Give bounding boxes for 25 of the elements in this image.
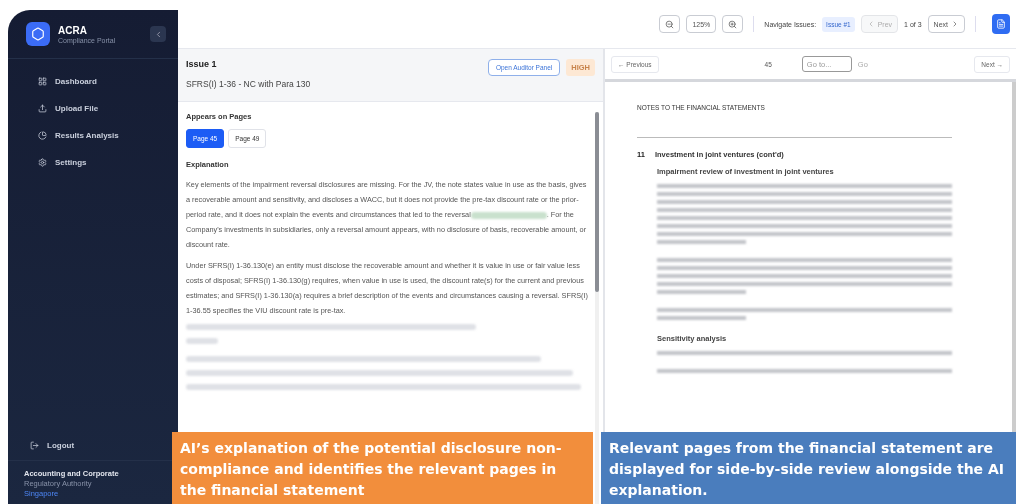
collapse-button[interactable] — [150, 26, 166, 42]
chevron-right-icon — [951, 20, 959, 28]
hexagon-logo-icon — [26, 22, 50, 46]
brand-title: ACRA — [58, 24, 88, 36]
logout-link[interactable]: Logout — [30, 441, 160, 450]
pie-chart-icon — [38, 131, 47, 140]
upload-icon — [38, 104, 47, 113]
zoom-in-icon — [728, 19, 738, 29]
sidebar-item[interactable]: Results Analysis — [18, 127, 168, 144]
sidebar-item[interactable]: Upload File — [18, 100, 168, 117]
grid-icon — [38, 77, 47, 86]
document-icon — [996, 19, 1006, 29]
settings-icon — [38, 158, 47, 167]
callout-banner: Relevant pages from the financial statement are displayed for side-by-side review alongside the AI explanation. — [601, 432, 1016, 504]
issue-subtitle: SFRS(I) 1-36 - NC with Para 130 — [186, 79, 311, 89]
logout-icon — [30, 441, 39, 450]
issue-title: Issue 1 — [186, 59, 218, 69]
document-button[interactable] — [992, 14, 1010, 34]
zoom-out-icon — [665, 19, 675, 29]
callout-banner: AI’s explanation of the potential disclosure non-compliance and identifies the relevant pages in the financial statement — [172, 432, 593, 504]
zoom-in-button[interactable] — [722, 15, 744, 33]
sidebar-item[interactable]: Dashboard — [18, 73, 168, 90]
sidebar-item[interactable]: Settings — [18, 154, 168, 171]
zoom-out-button[interactable] — [659, 15, 681, 33]
scrollbar[interactable] — [595, 112, 599, 504]
